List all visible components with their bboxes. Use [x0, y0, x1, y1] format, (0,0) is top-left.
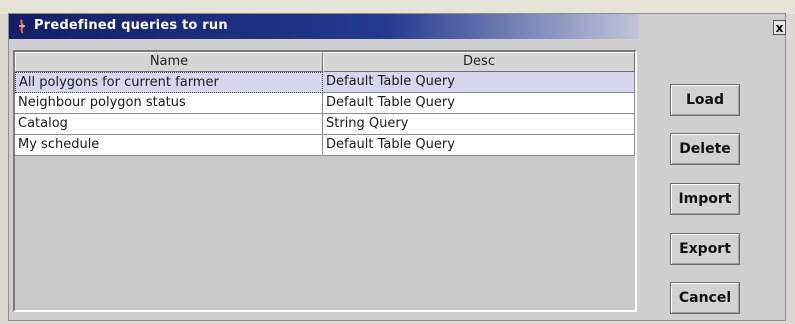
load-button[interactable]: Load	[670, 84, 740, 116]
column-header-name[interactable]: Name	[15, 52, 323, 72]
title-bar[interactable]: Predefined queries to run	[9, 14, 639, 39]
dialog-title: Predefined queries to run	[34, 18, 228, 33]
queries-table: Name Desc All polygons for current farme…	[13, 50, 637, 312]
table-cell-name[interactable]: Neighbour polygon status	[15, 93, 323, 114]
table-cell-desc[interactable]: Default Table Query	[323, 135, 635, 156]
delete-button[interactable]: Delete	[670, 133, 740, 165]
column-header-desc[interactable]: Desc	[323, 52, 635, 72]
table-cell-name[interactable]: Catalog	[15, 114, 323, 135]
table-row[interactable]: Catalog String Query	[15, 114, 635, 135]
table-header: Name Desc	[15, 52, 635, 72]
table-row[interactable]: My schedule Default Table Query	[15, 135, 635, 156]
table-cell-desc[interactable]: String Query	[323, 114, 635, 135]
table-body: All polygons for current farmer Default …	[15, 72, 635, 156]
cancel-button[interactable]: Cancel	[670, 282, 740, 314]
app-icon	[19, 19, 25, 34]
table-cell-name[interactable]: All polygons for current farmer	[15, 72, 323, 93]
import-button[interactable]: Import	[670, 183, 740, 215]
table-row[interactable]: All polygons for current farmer Default …	[15, 72, 635, 93]
table-cell-name[interactable]: My schedule	[15, 135, 323, 156]
table-cell-desc[interactable]: Default Table Query	[323, 93, 635, 114]
export-button[interactable]: Export	[670, 233, 740, 265]
close-icon[interactable]: x	[773, 20, 786, 35]
table-row[interactable]: Neighbour polygon status Default Table Q…	[15, 93, 635, 114]
background-strip	[0, 0, 795, 14]
table-cell-desc[interactable]: Default Table Query	[323, 72, 635, 93]
dialog-window: Predefined queries to run x Name Desc Al…	[8, 13, 786, 321]
